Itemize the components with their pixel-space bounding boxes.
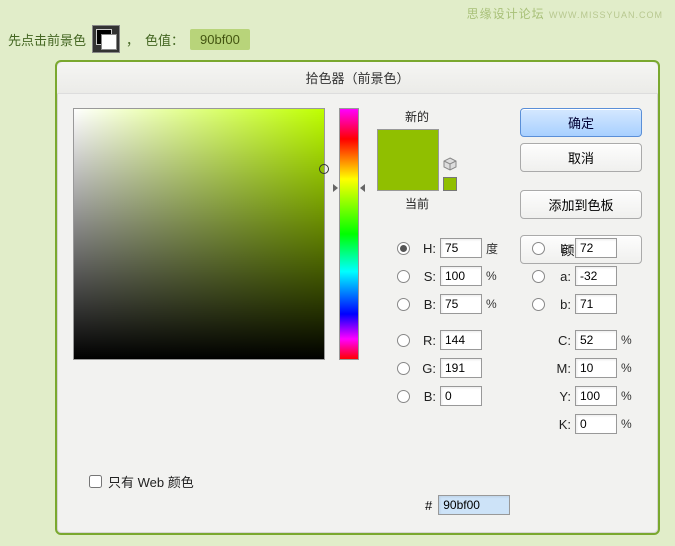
k-label: K: bbox=[549, 417, 571, 432]
b-hsb-radio[interactable] bbox=[397, 298, 410, 311]
instruction-text: 先点击前景色 ， 色值： 90bf00 bbox=[8, 25, 250, 53]
b-lab-label: b: bbox=[549, 297, 571, 312]
add-to-swatches-button[interactable]: 添加到色板 bbox=[520, 190, 642, 219]
y-input[interactable] bbox=[575, 386, 617, 406]
a-radio[interactable] bbox=[532, 270, 545, 283]
gamut-warning-icon[interactable] bbox=[443, 157, 457, 171]
g-label: G: bbox=[414, 361, 436, 376]
web-only-label: 只有 Web 颜色 bbox=[108, 472, 194, 491]
color-picker-dialog: 拾色器（前景色） 新的 当前 bbox=[55, 60, 660, 535]
preview-current-label: 当前 bbox=[405, 195, 429, 212]
instruction-hex-label: 色值： bbox=[145, 30, 184, 49]
b-rgb-label: B: bbox=[414, 389, 436, 404]
g-input[interactable] bbox=[440, 358, 482, 378]
h-radio[interactable] bbox=[397, 242, 410, 255]
h-unit: 度 bbox=[486, 240, 506, 257]
a-input[interactable] bbox=[575, 266, 617, 286]
h-input[interactable] bbox=[440, 238, 482, 258]
hue-slider[interactable] bbox=[339, 108, 359, 360]
b-lab-input[interactable] bbox=[575, 294, 617, 314]
s-radio[interactable] bbox=[397, 270, 410, 283]
y-label: Y: bbox=[549, 389, 571, 404]
gamut-swatch[interactable] bbox=[443, 177, 457, 191]
s-label: S: bbox=[414, 269, 436, 284]
hue-pointer-left-icon bbox=[333, 184, 338, 192]
l-radio[interactable] bbox=[532, 242, 545, 255]
b-rgb-input[interactable] bbox=[440, 386, 482, 406]
r-label: R: bbox=[414, 333, 436, 348]
dialog-title: 拾色器（前景色） bbox=[57, 62, 658, 94]
instruction-hex-chip: 90bf00 bbox=[190, 29, 250, 50]
web-only-checkbox-row[interactable]: 只有 Web 颜色 bbox=[89, 472, 194, 491]
m-label: M: bbox=[549, 361, 571, 376]
foreground-background-swatch-icon bbox=[92, 25, 120, 53]
k-unit: % bbox=[621, 417, 641, 431]
l-label: L: bbox=[549, 241, 571, 256]
cancel-button[interactable]: 取消 bbox=[520, 143, 642, 172]
web-only-checkbox[interactable] bbox=[89, 475, 102, 488]
watermark-text: 思缘设计论坛 bbox=[467, 7, 545, 21]
m-unit: % bbox=[621, 361, 641, 375]
b-hsb-label: B: bbox=[414, 297, 436, 312]
r-input[interactable] bbox=[440, 330, 482, 350]
color-preview-box bbox=[377, 129, 439, 191]
l-input[interactable] bbox=[575, 238, 617, 258]
hex-row: # bbox=[425, 495, 510, 515]
c-label: C: bbox=[549, 333, 571, 348]
watermark-url: WWW.MISSYUAN.COM bbox=[549, 10, 663, 20]
color-values-grid: H: 度 L: S: % a: B: % b: bbox=[397, 234, 675, 438]
b-rgb-radio[interactable] bbox=[397, 390, 410, 403]
r-radio[interactable] bbox=[397, 334, 410, 347]
instruction-comma: ， bbox=[126, 30, 139, 49]
ok-button[interactable]: 确定 bbox=[520, 108, 642, 137]
c-input[interactable] bbox=[575, 330, 617, 350]
g-radio[interactable] bbox=[397, 362, 410, 375]
m-input[interactable] bbox=[575, 358, 617, 378]
a-label: a: bbox=[549, 269, 571, 284]
hex-input[interactable] bbox=[438, 495, 510, 515]
preview-new-label: 新的 bbox=[405, 108, 429, 125]
b-hsb-input[interactable] bbox=[440, 294, 482, 314]
s-unit: % bbox=[486, 269, 506, 283]
b-hsb-unit: % bbox=[486, 297, 506, 311]
h-label: H: bbox=[414, 241, 436, 256]
b-lab-radio[interactable] bbox=[532, 298, 545, 311]
sv-cursor-icon[interactable] bbox=[319, 164, 329, 174]
y-unit: % bbox=[621, 389, 641, 403]
preview-new-color[interactable] bbox=[378, 130, 438, 160]
instruction-prefix: 先点击前景色 bbox=[8, 30, 86, 49]
watermark: 思缘设计论坛 WWW.MISSYUAN.COM bbox=[467, 5, 663, 22]
hue-pointer-right-icon bbox=[360, 184, 365, 192]
saturation-value-field[interactable] bbox=[73, 108, 325, 360]
hex-hash-label: # bbox=[425, 498, 432, 513]
preview-current-color[interactable] bbox=[378, 160, 438, 190]
c-unit: % bbox=[621, 333, 641, 347]
s-input[interactable] bbox=[440, 266, 482, 286]
k-input[interactable] bbox=[575, 414, 617, 434]
